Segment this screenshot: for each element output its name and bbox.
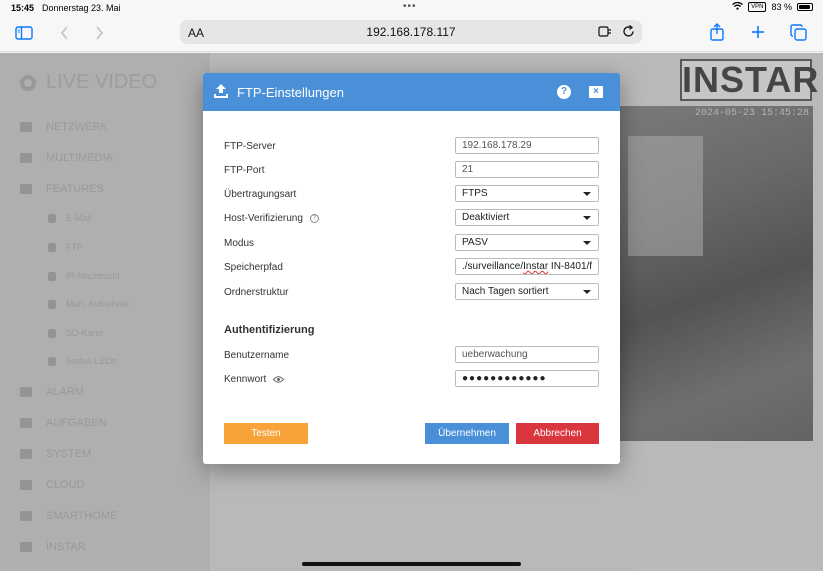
chevron-down-icon	[583, 290, 591, 294]
extension-icon[interactable]	[598, 26, 612, 37]
status-time: 15:45	[11, 3, 35, 13]
label-username: Benutzername	[224, 350, 290, 361]
multitask-dots-icon[interactable]: •••	[403, 1, 417, 12]
path-suffix: IN-8401/f	[548, 261, 593, 272]
ftp-port-input[interactable]: 21	[455, 161, 599, 178]
question-icon[interactable]: ?	[309, 214, 319, 223]
dialog-title: FTP-Einstellungen	[237, 85, 344, 100]
username-input[interactable]: ueberwachung	[455, 346, 599, 363]
host-verification-text: Host-Verifizierung	[224, 213, 303, 224]
help-button[interactable]: ?	[557, 85, 571, 99]
dialog-header: FTP-Einstellungen ? ×	[203, 73, 620, 111]
forward-icon[interactable]	[95, 26, 104, 40]
path-spellcheck-word: Instar	[523, 261, 549, 272]
transfer-type-select[interactable]: FTPS	[455, 185, 599, 202]
mode-value: PASV	[462, 237, 488, 248]
home-indicator[interactable]	[302, 562, 521, 566]
label-mode: Modus	[224, 238, 255, 249]
cancel-button[interactable]: Abbrechen	[516, 423, 599, 444]
eye-icon[interactable]	[273, 375, 285, 385]
chevron-down-icon	[583, 241, 591, 245]
label-host-verification: Host-Verifizierung ?	[224, 213, 319, 224]
label-password: Kennwort	[224, 374, 285, 385]
ftp-server-input[interactable]: 192.168.178.29	[455, 137, 599, 154]
wifi-icon	[732, 1, 744, 12]
upload-icon	[214, 83, 228, 99]
back-icon[interactable]	[60, 26, 69, 40]
transfer-type-value: FTPS	[462, 188, 488, 199]
battery-icon	[797, 3, 813, 11]
password-label-text: Kennwort	[224, 374, 267, 385]
folder-structure-value: Nach Tagen sortiert	[462, 286, 549, 297]
chevron-down-icon	[583, 216, 591, 220]
label-ftp-port: FTP-Port	[224, 165, 265, 176]
label-ftp-server: FTP-Server	[224, 141, 276, 152]
share-icon[interactable]	[710, 23, 724, 41]
url-text: 192.168.178.117	[366, 25, 456, 39]
status-bar: 15:45 Donnerstag 23. Mai ••• VPN 83 %	[0, 0, 823, 16]
label-folder-structure: Ordnerstruktur	[224, 287, 289, 298]
browser-toolbar: AA 192.168.178.117	[0, 16, 823, 52]
new-tab-icon[interactable]	[751, 25, 765, 39]
label-storage-path: Speicherpfad	[224, 262, 283, 273]
test-button[interactable]: Testen	[224, 423, 308, 444]
sidebar-toggle-icon[interactable]	[15, 26, 33, 40]
auth-section-title: Authentifizierung	[224, 324, 315, 336]
reload-icon[interactable]	[623, 25, 635, 38]
path-prefix: ./surveillance/	[462, 261, 524, 272]
tabs-overview-icon[interactable]	[790, 24, 807, 41]
label-transfer-type: Übertragungsart	[224, 189, 297, 200]
mode-select[interactable]: PASV	[455, 234, 599, 251]
ftp-settings-dialog: FTP-Einstellungen ? × FTP-Server 192.168…	[203, 73, 620, 464]
status-date: Donnerstag 23. Mai	[42, 3, 121, 13]
storage-path-input[interactable]: ./surveillance/Instar IN-8401/f	[455, 258, 599, 275]
address-bar[interactable]: AA 192.168.178.117	[180, 20, 642, 44]
host-verification-value: Deaktiviert	[462, 212, 510, 223]
battery-percent: 83 %	[771, 2, 792, 12]
close-button[interactable]: ×	[589, 86, 603, 98]
chevron-down-icon	[583, 192, 591, 196]
host-verification-select[interactable]: Deaktiviert	[455, 209, 599, 226]
apply-button[interactable]: Übernehmen	[425, 423, 509, 444]
vpn-badge: VPN	[748, 2, 767, 12]
password-input[interactable]: ●●●●●●●●●●●●	[455, 370, 599, 387]
folder-structure-select[interactable]: Nach Tagen sortiert	[455, 283, 599, 300]
